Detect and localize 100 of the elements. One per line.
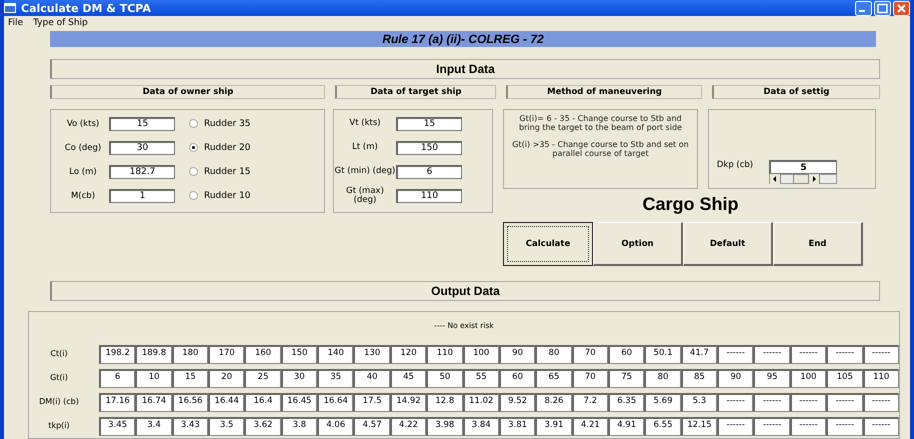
- table-cell: 110: [426, 344, 463, 364]
- radio-button[interactable]: [189, 143, 198, 152]
- table-cell: 90: [717, 368, 754, 388]
- table-cell: 16.45: [280, 392, 318, 412]
- table-cell: 3.45: [98, 416, 136, 436]
- field-label: M(cb): [70, 190, 96, 200]
- radio-button[interactable]: [189, 191, 198, 200]
- table-cell: ------: [717, 392, 754, 412]
- row-label: DM(i) (cb): [38, 398, 80, 406]
- field-label: Lt (m): [351, 143, 379, 152]
- section-header: Method of maneuvering: [506, 85, 702, 99]
- table-cell: ------: [753, 392, 790, 412]
- method-text: Gt(i) >35 - Change course to Stb and set on parallel course of target: [511, 140, 690, 158]
- scroll-bar[interactable]: [769, 174, 837, 184]
- table-cell: 10: [135, 368, 172, 388]
- input-field[interactable]: 5: [769, 160, 837, 174]
- table-cell: 100: [790, 368, 826, 388]
- table-cell: 17.5: [353, 392, 390, 412]
- close-icon[interactable]: [893, 0, 910, 16]
- table-cell: 16.74: [135, 392, 172, 412]
- window-title: Calculate DM & TCPA: [21, 2, 152, 15]
- table-cell: 130: [353, 344, 390, 364]
- input-field[interactable]: 1: [109, 188, 175, 202]
- table-cell: 100: [462, 344, 499, 364]
- section-header: Data of owner ship: [50, 85, 325, 99]
- table-cell: 35: [317, 368, 354, 388]
- radio-button[interactable]: [189, 167, 198, 176]
- table-cell: 110: [862, 368, 899, 388]
- menu-item[interactable]: Type of Ship: [33, 18, 88, 28]
- table-cell: 50.1: [644, 344, 681, 364]
- ship-type-label: Cargo Ship: [641, 193, 740, 216]
- table-cell: ------: [790, 416, 826, 436]
- radio-button[interactable]: [189, 119, 198, 128]
- table-cell: 198.2: [98, 344, 136, 364]
- table-cell: ------: [790, 392, 826, 412]
- table-cell: 45: [390, 368, 426, 388]
- table-cell: 60: [608, 344, 644, 364]
- table-cell: 3.8: [280, 416, 318, 436]
- table-cell: 150: [280, 344, 318, 364]
- table-cell: 189.8: [135, 344, 172, 364]
- radio-label: Rudder 15: [204, 166, 251, 176]
- field-label: Vt (kts): [348, 119, 382, 128]
- table-cell: 25: [244, 368, 281, 388]
- table-cell: ------: [862, 344, 899, 364]
- table-cell: 3.62: [244, 416, 281, 436]
- input-field[interactable]: 30: [109, 140, 175, 154]
- section-header: Data of target ship: [335, 85, 496, 99]
- row-label: tkp(i): [47, 422, 71, 430]
- table-cell: 16.56: [172, 392, 208, 412]
- action-button[interactable]: Calculate: [503, 222, 593, 266]
- input-field[interactable]: 6: [396, 164, 462, 178]
- input-field[interactable]: 15: [396, 116, 462, 130]
- table-cell: 3.98: [426, 416, 463, 436]
- table-cell: 6: [98, 368, 136, 388]
- table-cell: 7.2: [572, 392, 608, 412]
- table-cell: 160: [244, 344, 281, 364]
- menu-item[interactable]: File: [8, 18, 24, 28]
- minimize-icon[interactable]: [855, 0, 872, 16]
- table-cell: 11.02: [462, 392, 499, 412]
- input-field[interactable]: 150: [396, 140, 462, 154]
- action-button[interactable]: Default: [683, 222, 773, 266]
- table-cell: 3.81: [498, 416, 536, 436]
- field-label: Gt (min) (deg): [334, 167, 396, 176]
- table-cell: 120: [390, 344, 426, 364]
- radio-label: Rudder 20: [204, 142, 251, 152]
- action-button[interactable]: End: [773, 222, 863, 266]
- input-field[interactable]: 110: [396, 188, 462, 202]
- table-cell: ------: [862, 392, 899, 412]
- table-cell: 180: [172, 344, 208, 364]
- table-cell: ------: [826, 344, 862, 364]
- radio-label: Rudder 10: [204, 190, 251, 200]
- table-cell: 16.4: [244, 392, 281, 412]
- table-cell: ------: [717, 344, 754, 364]
- row-label: Gt(i): [49, 374, 69, 382]
- table-cell: 85: [680, 368, 718, 388]
- table-cell: 4.91: [608, 416, 644, 436]
- table-cell: 40: [353, 368, 390, 388]
- table-cell: 70: [572, 344, 608, 364]
- table-cell: 6.35: [608, 392, 644, 412]
- field-label: Gt (max) (deg): [345, 186, 385, 204]
- maximize-icon[interactable]: [874, 0, 891, 16]
- table-cell: 5.3: [680, 392, 718, 412]
- table-cell: 12.15: [680, 416, 718, 436]
- table-cell: ------: [790, 344, 826, 364]
- table-cell: 12.8: [426, 392, 463, 412]
- table-cell: 9.52: [498, 392, 536, 412]
- table-cell: 90: [498, 344, 536, 364]
- table-cell: 75: [608, 368, 644, 388]
- table-cell: 5.69: [644, 392, 681, 412]
- table-cell: ------: [826, 392, 862, 412]
- input-field[interactable]: 15: [109, 116, 175, 130]
- input-field[interactable]: 182.7: [109, 164, 175, 178]
- table-cell: 17.16: [98, 392, 136, 412]
- action-button[interactable]: Option: [593, 222, 683, 266]
- table-cell: ------: [862, 416, 899, 436]
- table-cell: 105: [826, 368, 862, 388]
- table-cell: 16.64: [317, 392, 354, 412]
- table-cell: 30: [280, 368, 318, 388]
- table-cell: 3.4: [135, 416, 172, 436]
- method-text: Gt(i)= 6 - 35 - Change course to Stb and bring the target to the beam of port side: [518, 114, 683, 132]
